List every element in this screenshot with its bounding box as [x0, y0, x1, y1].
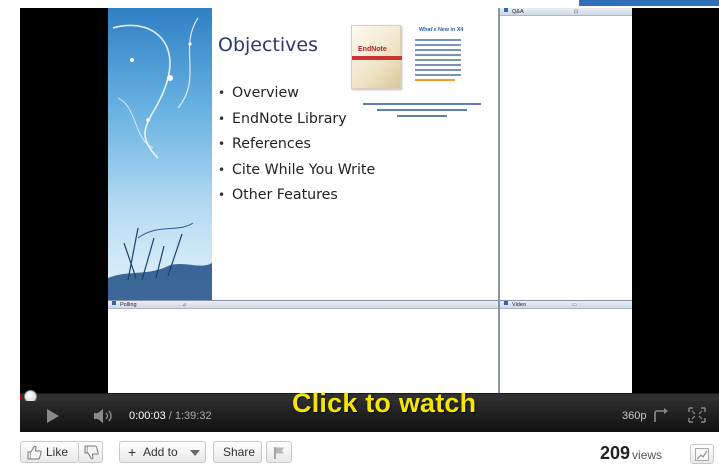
share-button[interactable]: Share: [213, 441, 262, 463]
stats-button[interactable]: [690, 444, 714, 464]
duration: 1:39:32: [174, 410, 212, 422]
views-number: 209: [600, 443, 631, 463]
stats-icon: [695, 448, 709, 461]
slide-title: Objectives: [218, 34, 318, 56]
popout-icon[interactable]: [653, 407, 671, 423]
view-count: 209 views: [600, 443, 662, 464]
product-box-image: EndNote: [351, 25, 402, 89]
slide-bullet: • Other Features: [218, 187, 338, 203]
slide-bullet: • Cite While You Write: [218, 161, 376, 178]
thumbs-down-icon: [84, 445, 99, 460]
promo-text-lines: [415, 39, 461, 84]
thumbs-up-icon: [27, 445, 42, 460]
play-icon[interactable]: [46, 408, 60, 424]
qa-panel-header: Q&A ⊡: [500, 8, 632, 16]
time-display: 0:00:03 / 1:39:32: [129, 410, 212, 422]
product-promo: EndNote What's New in X4: [351, 25, 491, 135]
current-time: 0:00:03: [129, 410, 166, 422]
volume-icon[interactable]: [93, 408, 115, 424]
quality-selector[interactable]: 360p: [622, 410, 646, 422]
video-frame[interactable]: Objectives • Overview • EndNote Library • R…: [108, 8, 632, 393]
slide-decoration: [108, 8, 212, 300]
like-button[interactable]: Like: [20, 441, 79, 463]
progress-fill: [20, 395, 21, 400]
video-panel-header: Video ▭: [500, 301, 632, 309]
flag-icon: [274, 447, 284, 459]
page: Objectives • Overview • EndNote Library • R…: [0, 0, 719, 466]
add-to-button[interactable]: + Add to: [119, 441, 206, 463]
video-player[interactable]: Objectives • Overview • EndNote Library • R…: [20, 0, 719, 432]
polling-panel-header: Polling ⊿: [108, 301, 498, 309]
click-to-watch-overlay[interactable]: Click to watch: [292, 388, 476, 419]
chevron-down-icon: [190, 450, 200, 456]
slide-bullet: • References: [218, 136, 311, 152]
views-label: views: [632, 448, 663, 462]
promo-heading: What's New in X4: [419, 27, 464, 33]
flag-button[interactable]: [266, 441, 292, 463]
fullscreen-icon[interactable]: [688, 407, 706, 423]
player-top-strip: [20, 0, 719, 8]
dislike-button[interactable]: [79, 441, 103, 463]
presentation-slide: Objectives • Overview • EndNote Library • R…: [108, 8, 498, 300]
plus-icon: +: [128, 444, 137, 460]
promo-footer-lines: [363, 103, 481, 121]
